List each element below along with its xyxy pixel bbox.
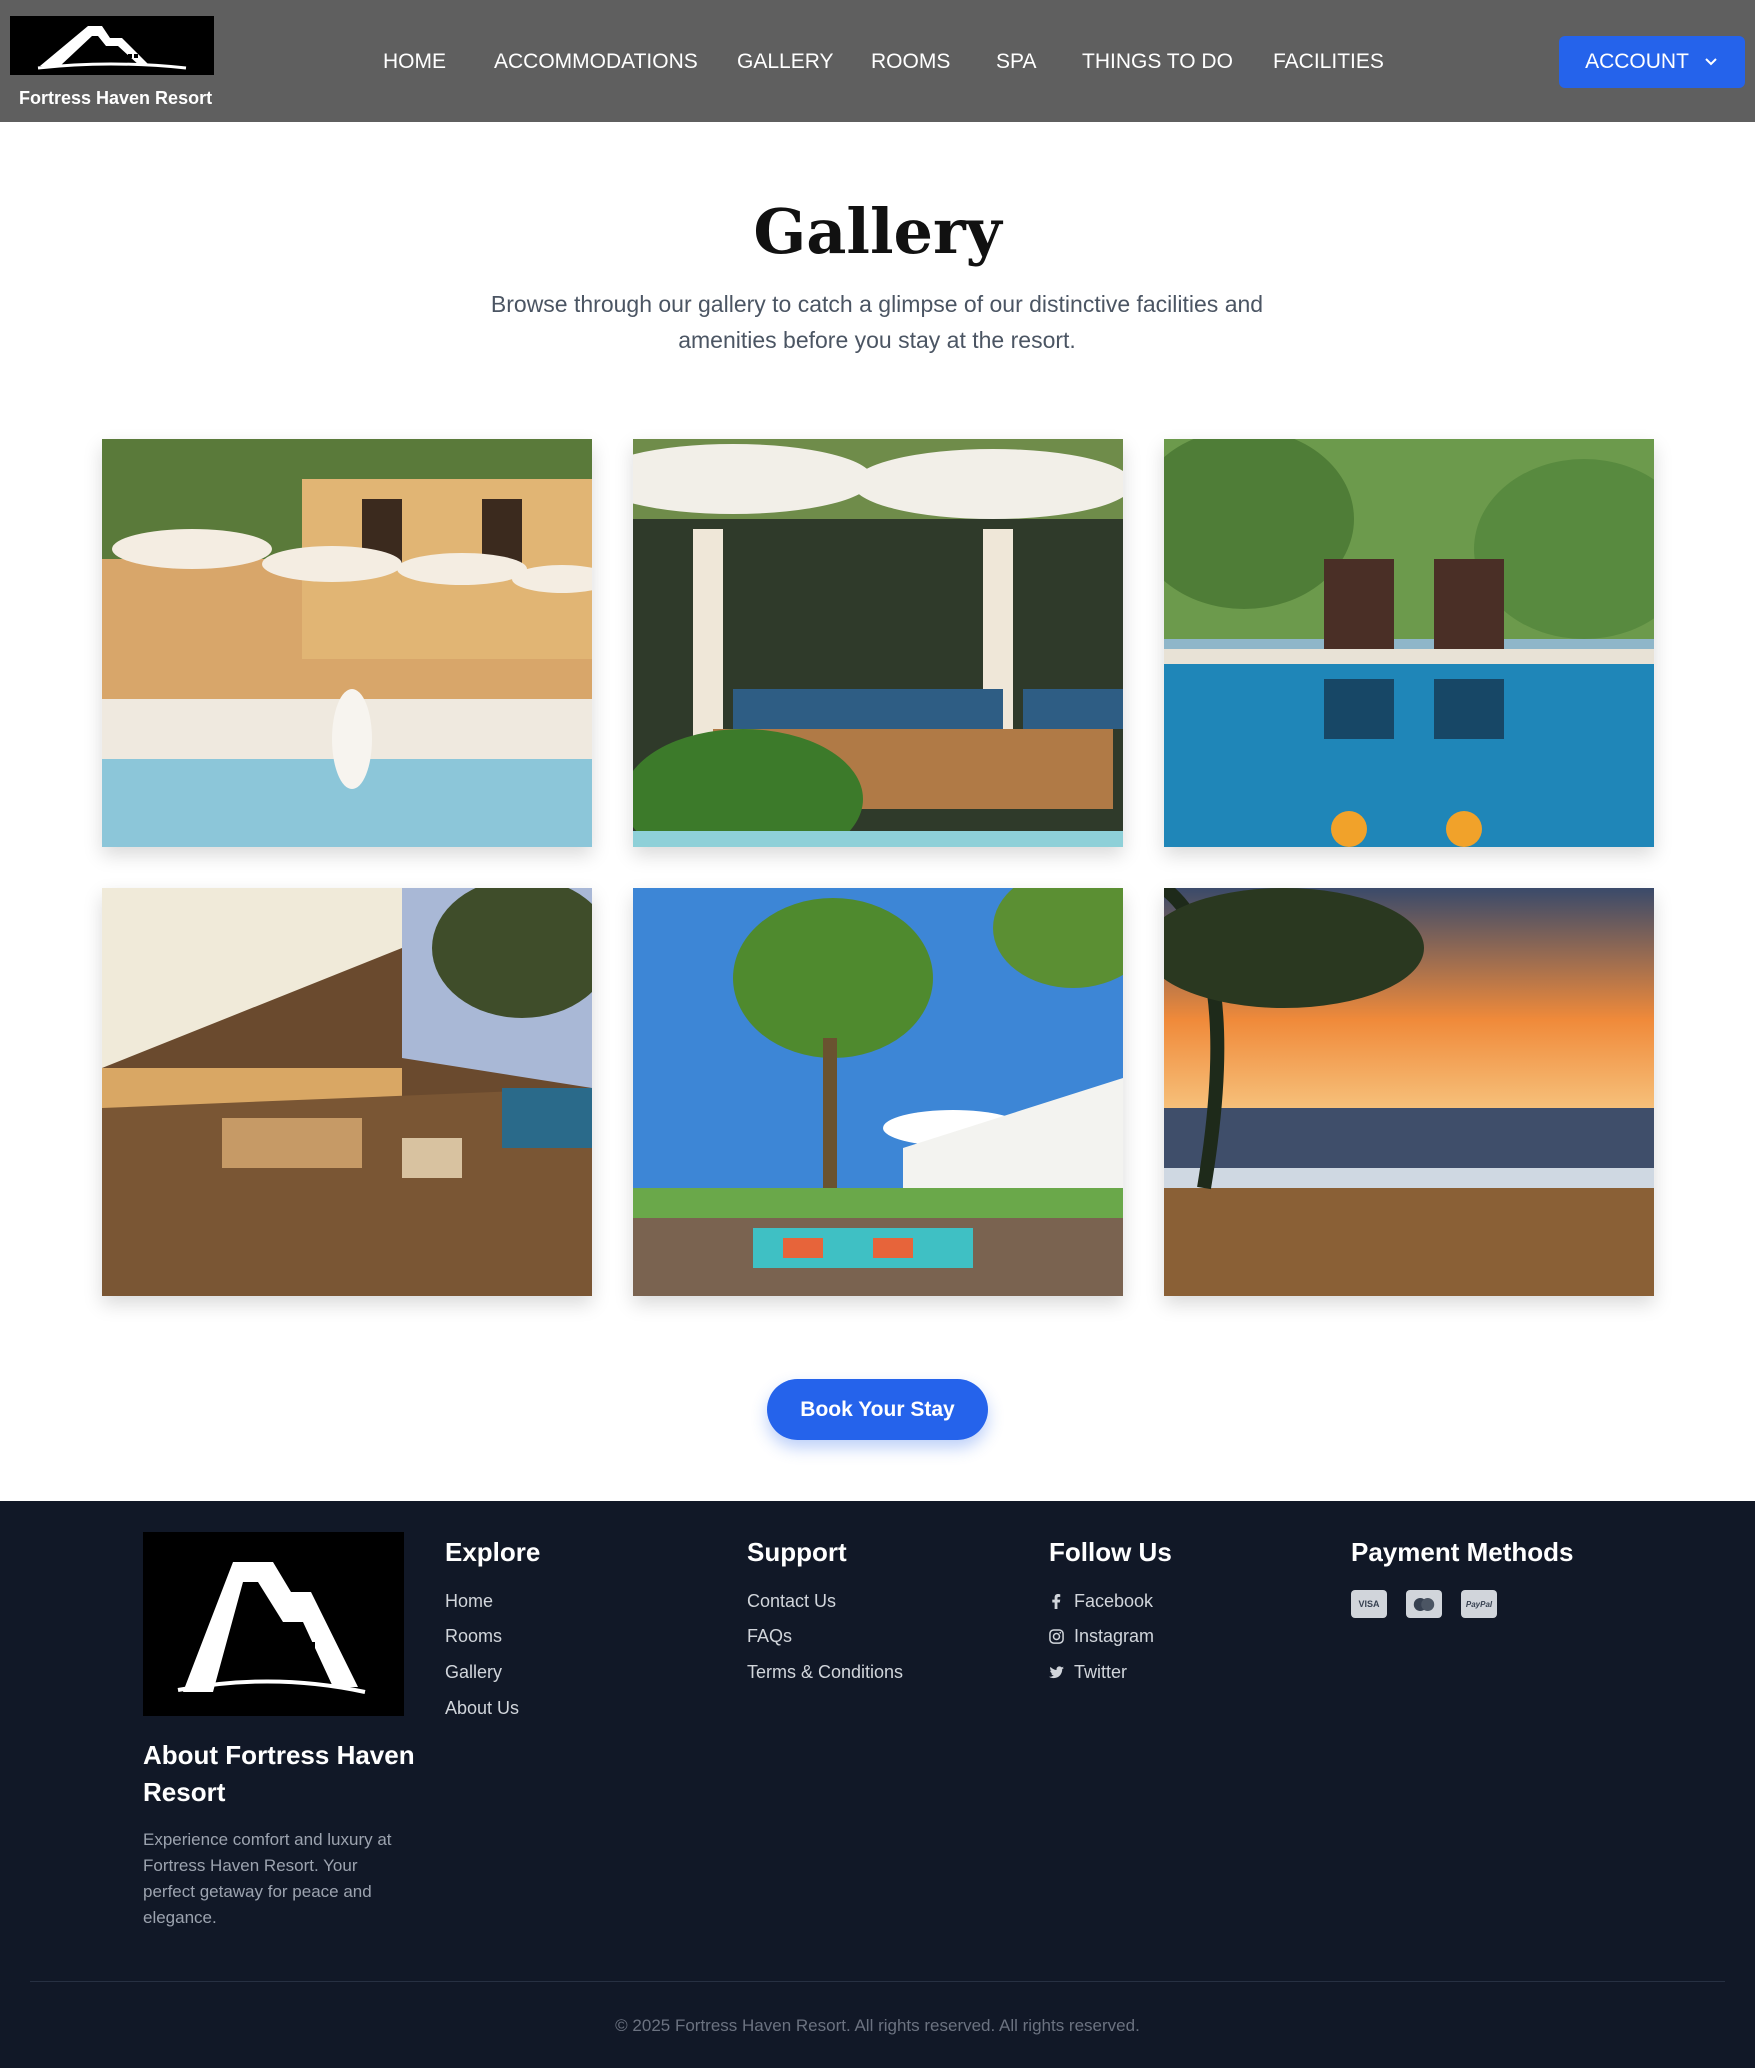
subtitle-line-1: Browse through our gallery to catch a gl… bbox=[490, 291, 1264, 317]
payment-title: Payment Methods bbox=[1351, 1537, 1574, 1567]
gallery-photo-terrace-dining[interactable] bbox=[102, 888, 592, 1296]
beach-sunset-image bbox=[1164, 888, 1654, 1296]
site-footer: About Fortress Haven Resort Experience c… bbox=[0, 1501, 1755, 2068]
twitter-label: Twitter bbox=[1074, 1662, 1128, 1682]
nav-things-to-do[interactable]: THINGS TO DO bbox=[1082, 48, 1233, 76]
cabana-image bbox=[633, 439, 1123, 847]
footer-link-gallery[interactable]: Gallery bbox=[445, 1662, 502, 1683]
explore-title: Explore bbox=[445, 1537, 541, 1567]
gallery-photo-beach-sunset[interactable] bbox=[1164, 888, 1654, 1296]
social-instagram[interactable]: Instagram bbox=[1049, 1626, 1154, 1647]
facebook-icon bbox=[1052, 1594, 1061, 1609]
mastercard-icon bbox=[1406, 1590, 1442, 1618]
nav-spa[interactable]: SPA bbox=[996, 48, 1036, 76]
account-button[interactable]: ACCOUNT bbox=[1559, 36, 1745, 88]
footer-link-faqs[interactable]: FAQs bbox=[747, 1626, 792, 1647]
support-title: Support bbox=[747, 1537, 847, 1567]
footer-link-about[interactable]: About Us bbox=[445, 1698, 519, 1719]
nav-facilities[interactable]: FACILITIES bbox=[1273, 48, 1384, 76]
house-logo-icon bbox=[177, 1562, 366, 1694]
instagram-icon bbox=[1049, 1629, 1064, 1644]
brand-name[interactable]: Fortress Haven Resort bbox=[19, 88, 212, 109]
main-nav: HOME ACCOMMODATIONS GALLERY ROOMS SPA TH… bbox=[0, 48, 1755, 78]
subtitle-line-2: amenities before you stay at the resort. bbox=[678, 327, 1076, 353]
follow-title: Follow Us bbox=[1049, 1537, 1172, 1567]
gallery-photo-cabana[interactable] bbox=[633, 439, 1123, 847]
gallery-photo-resort-garden[interactable] bbox=[633, 888, 1123, 1296]
footer-logo[interactable] bbox=[143, 1532, 404, 1716]
page-title: Gallery bbox=[753, 195, 1002, 268]
twitter-icon bbox=[1049, 1666, 1064, 1679]
account-label: ACCOUNT bbox=[1585, 50, 1689, 73]
footer-divider bbox=[30, 1981, 1725, 1982]
resort-garden-image bbox=[633, 888, 1123, 1296]
mastercard-circles-icon bbox=[1413, 1597, 1435, 1611]
paypal-icon: PayPal bbox=[1461, 1590, 1497, 1618]
social-facebook[interactable]: Facebook bbox=[1049, 1591, 1153, 1612]
about-text: Experience comfort and luxury at Fortres… bbox=[143, 1830, 392, 1927]
instagram-label: Instagram bbox=[1074, 1626, 1155, 1646]
footer-link-home[interactable]: Home bbox=[445, 1591, 493, 1612]
social-twitter[interactable]: Twitter bbox=[1049, 1662, 1127, 1683]
chevron-down-icon bbox=[1705, 58, 1717, 66]
footer-link-contact[interactable]: Contact Us bbox=[747, 1591, 836, 1612]
book-your-stay-button[interactable]: Book Your Stay bbox=[767, 1379, 988, 1440]
visa-icon: VISA bbox=[1351, 1590, 1387, 1618]
nav-home[interactable]: HOME bbox=[383, 48, 446, 76]
pool-umbrellas-image bbox=[102, 439, 592, 847]
poolside-drinks-image bbox=[1164, 439, 1654, 847]
about-title: About Fortress Haven Resort bbox=[143, 1740, 415, 1807]
footer-link-terms[interactable]: Terms & Conditions bbox=[747, 1662, 903, 1683]
copyright: © 2025 Fortress Haven Resort. All rights… bbox=[615, 2016, 1140, 2035]
nav-accommodations[interactable]: ACCOMMODATIONS bbox=[494, 48, 698, 76]
page-subtitle: Browse through our gallery to catch a gl… bbox=[477, 286, 1277, 358]
site-header: Fortress Haven Resort HOME ACCOMMODATION… bbox=[0, 0, 1755, 122]
footer-link-rooms[interactable]: Rooms bbox=[445, 1626, 502, 1647]
nav-rooms[interactable]: ROOMS bbox=[871, 48, 950, 76]
nav-gallery[interactable]: GALLERY bbox=[737, 48, 834, 76]
gallery-photo-pool-umbrellas[interactable] bbox=[102, 439, 592, 847]
facebook-label: Facebook bbox=[1074, 1591, 1154, 1611]
terrace-dining-image bbox=[102, 888, 592, 1296]
gallery-photo-poolside-drinks[interactable] bbox=[1164, 439, 1654, 847]
